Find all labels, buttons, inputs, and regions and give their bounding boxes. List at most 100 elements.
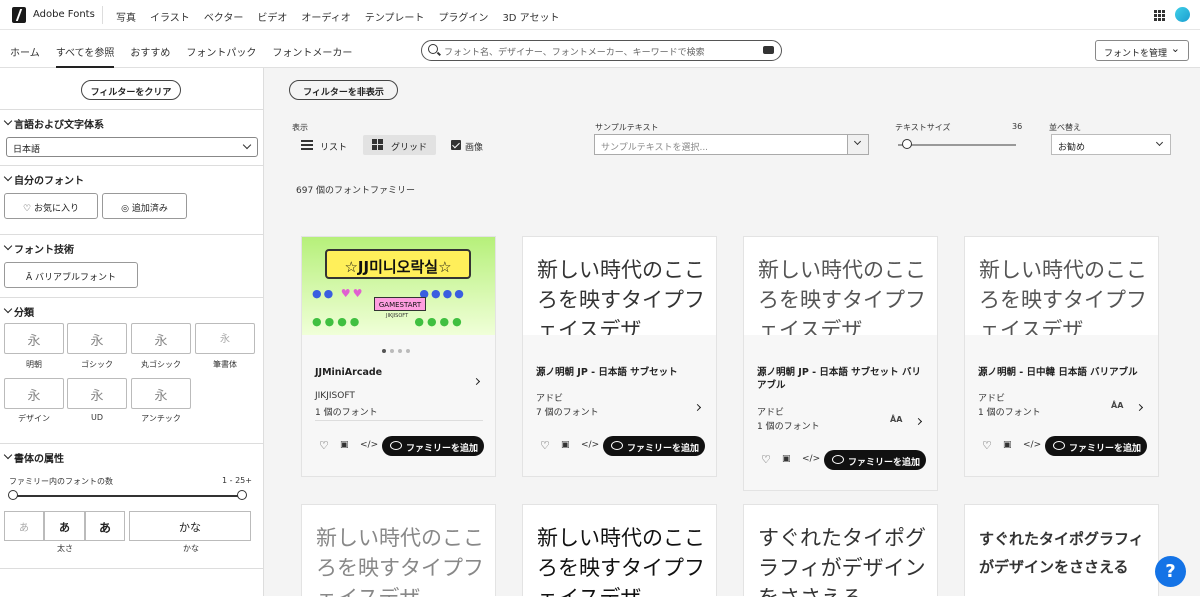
list-icon [301,140,313,150]
heart-icon[interactable]: ♡ [982,440,992,451]
code-icon[interactable]: </> [802,454,820,464]
language-select[interactable]: 日本語 [6,137,258,157]
font-card-source-han-serif-jp-variable[interactable]: 新しい時代のこころを映すタイプフェイスデザ 源ノ明朝 JP - 日本語 サブセッ… [743,236,938,491]
specimen-icon[interactable]: ▣ [340,440,349,450]
foundry-name[interactable]: アドビ [978,391,1005,404]
class-antique-option[interactable]: 永 [131,378,191,409]
chevron-right-icon[interactable] [693,403,702,412]
divider [0,568,263,569]
topnav-illustration[interactable]: イラスト [150,9,190,24]
language-section-title[interactable]: 言語および文字体系 [14,116,104,131]
topnav-templates[interactable]: テンプレート [365,9,425,24]
font-name[interactable]: 源ノ明朝 - 日中韓 日本語 バリアブル [978,366,1150,379]
image-checkbox[interactable] [451,140,461,150]
variable-font-button[interactable]: Ā バリアブルフォント [4,262,138,288]
add-family-button[interactable]: ファミリーを追加 [1045,436,1147,456]
chevron-right-icon[interactable] [1135,403,1144,412]
font-card[interactable]: 新しい時代のこころを映すタイプフェイスデザ [522,504,717,597]
chevron-right-icon[interactable] [472,377,481,386]
topnav-video[interactable]: ビデオ [257,9,287,24]
subnav-browse-all[interactable]: すべてを参照 [55,44,114,68]
font-card-source-han-serif-cjk-jp-variable[interactable]: 新しい時代のこころを映すタイプフェイスデザ 源ノ明朝 - 日中韓 日本語 バリア… [964,236,1159,477]
specimen-icon[interactable]: ▣ [1003,440,1012,450]
add-family-button[interactable]: ファミリーを追加 [824,450,926,470]
font-card[interactable]: すぐれたタイポグラフィがデザインをささえる [743,504,938,597]
class-mincho-option[interactable]: 永 [4,323,64,354]
topnav-photo[interactable]: 写真 [116,9,136,24]
foundry-name[interactable]: JIKJISOFT [315,391,355,401]
font-name[interactable]: 源ノ明朝 JP - 日本語 サブセット [536,366,678,379]
weight-light-option[interactable]: あ [4,511,44,541]
preview-text: 新しい時代のこころを映すタイプフェイスデザ [537,526,705,597]
add-family-button[interactable]: ファミリーを追加 [382,436,484,456]
family-count-max-handle[interactable] [237,490,247,500]
family-count-slider[interactable] [13,495,243,497]
class-ud-option[interactable]: 永 [67,378,127,409]
carousel-dots[interactable] [382,349,410,353]
subnav-foundries[interactable]: フォントメーカー [272,44,352,59]
text-size-slider[interactable] [898,144,1016,146]
display-label: 表示 [292,123,308,132]
kana-option[interactable]: かな [129,511,251,541]
favorites-button[interactable]: ♡ お気に入り [4,193,98,219]
sample-text-label: サンプルテキスト [595,123,659,132]
chevron-right-icon[interactable] [914,417,923,426]
search-input[interactable]: フォント名、デザイナー、フォントメーカー、キーワードで検索 [421,40,782,61]
subnav-recommended[interactable]: おすすめ [130,44,170,59]
my-fonts-section-title[interactable]: 自分のフォント [14,172,84,187]
font-name[interactable]: 源ノ明朝 JP - 日本語 サブセット バリアブル [757,366,929,392]
global-header: Adobe Fonts 写真 イラスト ベクター ビデオ オーディオ テンプレー… [0,0,1200,30]
code-icon[interactable]: </> [1023,440,1041,450]
avatar[interactable] [1175,7,1190,22]
foundry-name[interactable]: アドビ [757,405,784,418]
adobe-logo-icon[interactable] [12,7,26,23]
typeface-properties-title[interactable]: 書体の属性 [14,450,64,465]
sample-text-dropdown-button[interactable] [847,135,868,154]
language-select-value: 日本語 [13,145,41,155]
font-name[interactable]: JJMiniArcade [315,366,382,379]
list-view-button[interactable]: リスト [300,135,360,155]
brand-name[interactable]: Adobe Fonts [33,9,95,20]
manage-fonts-button[interactable]: フォントを管理 [1095,40,1189,61]
font-technology-title[interactable]: フォント技術 [14,241,74,256]
topnav-vector[interactable]: ベクター [204,9,244,24]
class-design-option[interactable]: 永 [4,378,64,409]
font-card-jjminiarcade[interactable]: ☆JJ미니오락실☆ ●● ♥♥ ●●●● GAMESTART ●●●● ●●●●… [301,236,496,477]
family-count-min-handle[interactable] [8,490,18,500]
apps-grid-icon[interactable] [1154,10,1165,21]
subnav-font-packs[interactable]: フォントパック [186,44,256,59]
classification-title[interactable]: 分類 [14,304,34,319]
image-checkbox-label: 画像 [465,143,484,153]
topnav-audio[interactable]: オーディオ [301,9,350,24]
weight-bold-option[interactable]: あ [85,511,125,541]
grid-view-button[interactable]: グリッド [363,135,436,155]
class-maru-gothic-option[interactable]: 永 [131,323,191,354]
added-fonts-button[interactable]: ◎ 追加済み [102,193,187,219]
subnav-home[interactable]: ホーム [10,44,40,59]
topnav-plugins[interactable]: プラグイン [438,9,488,24]
text-size-handle[interactable] [902,139,913,149]
weight-regular-option[interactable]: あ [44,511,85,541]
topnav-3d-assets[interactable]: 3D アセット [502,9,559,24]
font-card-source-han-serif-jp[interactable]: 新しい時代のこころを映すタイプフェイスデザ 源ノ明朝 JP - 日本語 サブセッ… [522,236,717,477]
sample-text-input[interactable]: サンプルテキストを選択... [594,134,869,155]
font-card[interactable]: すぐれたタイポグラフィがデザインをささえる [964,504,1159,597]
heart-icon[interactable]: ♡ [761,454,771,465]
classification-section: 分類 永 明朝 永 ゴシック 永 丸ゴシック 永 筆書体 永 デザイン 永 UD… [0,297,263,443]
sort-select[interactable]: お勧め [1051,134,1171,155]
camera-icon[interactable] [763,46,774,54]
code-icon[interactable]: </> [581,440,599,450]
clear-filters-button[interactable]: フィルターをクリア [81,80,181,100]
foundry-name[interactable]: アドビ [536,391,563,404]
hide-filters-button[interactable]: フィルターを非表示 [289,80,398,100]
heart-icon[interactable]: ♡ [319,440,329,451]
help-button[interactable]: ? [1155,556,1186,587]
specimen-icon[interactable]: ▣ [782,454,791,464]
font-card[interactable]: 新しい時代のこころを映すタイプフェイスデザ [301,504,496,597]
class-brush-option[interactable]: 永 [195,323,255,354]
specimen-icon[interactable]: ▣ [561,440,570,450]
class-gothic-option[interactable]: 永 [67,323,127,354]
code-icon[interactable]: </> [360,440,378,450]
heart-icon[interactable]: ♡ [540,440,550,451]
add-family-button[interactable]: ファミリーを追加 [603,436,705,456]
